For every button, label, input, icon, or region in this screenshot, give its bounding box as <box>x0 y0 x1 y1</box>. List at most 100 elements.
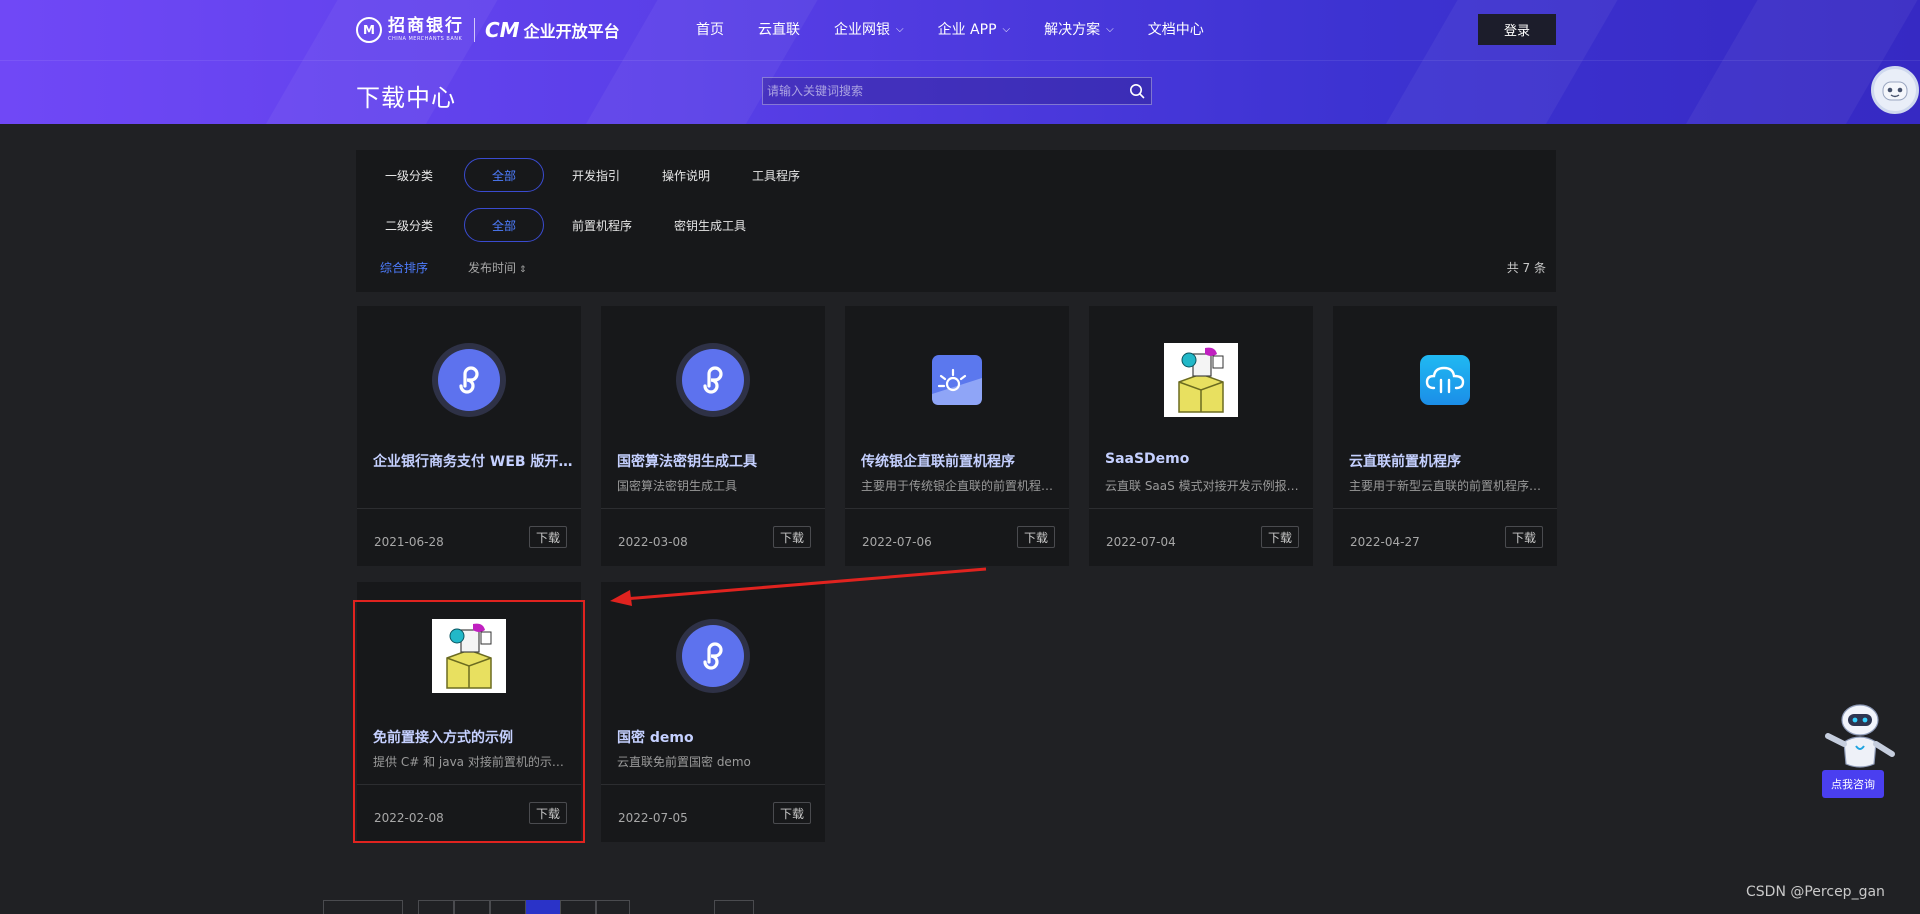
pagination-page[interactable] <box>490 900 526 914</box>
card-icon <box>1333 342 1557 418</box>
page-size-select[interactable] <box>323 900 403 914</box>
login-button[interactable]: 登录 <box>1478 14 1556 45</box>
search-box <box>762 77 1152 105</box>
cloud-app-icon <box>1420 355 1470 405</box>
card-description: 国密算法密钥生成工具 <box>617 479 738 493</box>
download-button[interactable]: 下载 <box>1261 526 1299 548</box>
miniprogram-icon <box>676 343 750 417</box>
download-card[interactable]: 传统银企直联前置机程序 主要用于传统银企直联的前置机程序下载 2022-07-0… <box>845 306 1069 566</box>
main-nav: 首页 云直联 企业网银 ⌵ 企业 APP ⌵ 解决方案 ⌵ 文档中心 <box>696 19 1238 39</box>
platform-name: 企业开放平台 <box>523 22 620 41</box>
site-logo[interactable]: M 招商银行 CHINA MERCHANTS BANK CM 企业开放平台 <box>356 14 620 46</box>
pagination-next[interactable] <box>596 900 630 914</box>
card-description: 主要用于传统银企直联的前置机程序下载 <box>861 479 1061 493</box>
logo-separator <box>474 18 475 42</box>
card-date: 2022-07-04 <box>1106 535 1176 549</box>
page-jump-input[interactable] <box>714 900 754 914</box>
filter-option-all[interactable]: 全部 <box>464 208 544 242</box>
bank-name: 招商银行 CHINA MERCHANTS BANK <box>388 18 464 42</box>
filter-option-manual[interactable]: 操作说明 <box>662 167 710 184</box>
download-button[interactable]: 下载 <box>773 526 811 548</box>
bank-name-en: CHINA MERCHANTS BANK <box>388 36 463 42</box>
result-count: 共 7 条 <box>1506 260 1546 275</box>
download-card[interactable]: 国密 demo 云直联免前置国密 demo 2022-07-05 下载 <box>601 582 825 842</box>
sunrise-app-icon <box>932 355 982 405</box>
filter-option-key-tool[interactable]: 密钥生成工具 <box>674 217 746 234</box>
card-icon <box>1089 342 1313 418</box>
nav-item-solutions[interactable]: 解决方案 ⌵ <box>1044 19 1114 39</box>
pagination-page[interactable] <box>454 900 490 914</box>
top-banner: M 招商银行 CHINA MERCHANTS BANK CM 企业开放平台 首页… <box>0 0 1920 124</box>
download-button[interactable]: 下载 <box>1505 526 1543 548</box>
nav-item-ebank[interactable]: 企业网银 ⌵ <box>834 19 904 39</box>
sort-row: 综合排序 发布时间 ⇕ 共 7 条 <box>356 255 1556 279</box>
bank-name-cn: 招商银行 <box>388 16 464 36</box>
nav-item-home[interactable]: 首页 <box>696 19 724 39</box>
filter-option-all[interactable]: 全部 <box>464 158 544 192</box>
download-card[interactable]: SaaSDemo 云直联 SaaS 模式对接开发示例报文说明 2022-07-0… <box>1089 306 1313 566</box>
download-button[interactable]: 下载 <box>773 802 811 824</box>
annotation-highlight-box <box>353 600 585 843</box>
miniprogram-icon <box>676 619 750 693</box>
filter-option-frontend-program[interactable]: 前置机程序 <box>572 217 632 234</box>
sort-default[interactable]: 综合排序 <box>380 259 428 276</box>
consult-button[interactable]: 点我咨询 <box>1822 770 1884 798</box>
download-card[interactable]: 企业银行商务支付 WEB 版开发示例 2021-06-28 下载 <box>357 306 581 566</box>
nav-divider <box>0 60 1920 61</box>
nav-item-app[interactable]: 企业 APP ⌵ <box>938 19 1011 39</box>
miniprogram-icon <box>432 343 506 417</box>
nav-label: 企业 APP <box>937 22 997 38</box>
search-icon[interactable] <box>1129 83 1145 99</box>
card-divider <box>601 508 825 509</box>
card-title[interactable]: 国密算法密钥生成工具 <box>617 451 817 471</box>
robot-face-icon <box>1882 81 1908 101</box>
sort-by-time[interactable]: 发布时间 ⇕ <box>468 259 527 276</box>
card-title[interactable]: 云直联前置机程序 <box>1349 451 1549 471</box>
card-divider <box>1333 508 1557 509</box>
nav-item-cloud-link[interactable]: 云直联 <box>758 19 800 39</box>
assistant-avatar[interactable] <box>1871 66 1919 114</box>
filter-option-dev-guide[interactable]: 开发指引 <box>572 167 620 184</box>
nav-label: 解决方案 <box>1044 22 1101 38</box>
sort-time-label: 发布时间 <box>468 260 517 275</box>
card-title[interactable]: 企业银行商务支付 WEB 版开发示例 <box>373 451 573 471</box>
card-icon <box>357 342 581 418</box>
platform-logo-icon: CM <box>485 18 520 42</box>
card-date: 2022-07-06 <box>862 535 932 549</box>
secondary-category-row: 二级分类 全部 前置机程序 密钥生成工具 <box>356 207 788 243</box>
card-icon <box>601 342 825 418</box>
nav-label: 云直联 <box>758 22 800 38</box>
annotation-arrow-icon <box>610 567 987 606</box>
assistant-bot[interactable]: 点我咨询 <box>1810 702 1906 802</box>
nav-item-docs[interactable]: 文档中心 <box>1148 19 1204 39</box>
search-input[interactable] <box>763 83 1129 99</box>
pagination-prev[interactable] <box>418 900 454 914</box>
filter-option-tools[interactable]: 工具程序 <box>752 167 800 184</box>
card-description: 主要用于新型云直联的前置机程序，支持自动更新 <box>1349 479 1549 493</box>
download-card[interactable]: 云直联前置机程序 主要用于新型云直联的前置机程序，支持自动更新 2022-04-… <box>1333 306 1557 566</box>
pagination-page[interactable] <box>560 900 596 914</box>
download-button[interactable]: 下载 <box>529 526 567 548</box>
filter-panel: 一级分类 全部 开发指引 操作说明 工具程序 二级分类 全部 前置机程序 密钥生… <box>356 150 1556 292</box>
card-icon <box>601 618 825 694</box>
chevron-down-icon: ⌵ <box>1002 23 1011 35</box>
card-title[interactable]: 传统银企直联前置机程序 <box>861 451 1061 471</box>
card-divider <box>845 508 1069 509</box>
chevron-down-icon: ⌵ <box>1106 23 1114 35</box>
card-description: 云直联 SaaS 模式对接开发示例报文说明 <box>1105 479 1305 493</box>
download-card[interactable]: 国密算法密钥生成工具 国密算法密钥生成工具 2022-03-08 下载 <box>601 306 825 566</box>
card-icon <box>845 342 1069 418</box>
page-title: 下载中心 <box>356 84 456 112</box>
pagination-page-active[interactable] <box>526 900 560 914</box>
nav-label: 文档中心 <box>1147 22 1204 38</box>
download-button[interactable]: 下载 <box>1017 526 1055 548</box>
card-divider <box>1089 508 1313 509</box>
installer-package-icon <box>1164 343 1238 417</box>
card-title[interactable]: 国密 demo <box>617 727 817 747</box>
nav-label: 首页 <box>696 22 724 38</box>
card-title[interactable]: SaaSDemo <box>1105 451 1305 467</box>
primary-category-row: 一级分类 全部 开发指引 操作说明 工具程序 <box>356 157 842 193</box>
card-date: 2021-06-28 <box>374 535 444 549</box>
card-description: 云直联免前置国密 demo <box>617 755 751 769</box>
sort-arrows-icon: ⇕ <box>519 264 527 275</box>
